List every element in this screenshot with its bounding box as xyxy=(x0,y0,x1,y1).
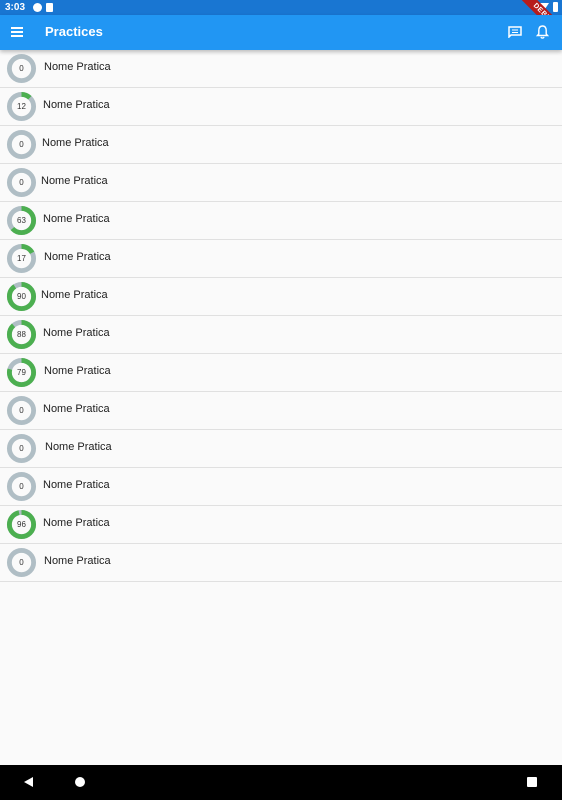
progress-value: 0 xyxy=(19,64,24,73)
progress-value: 0 xyxy=(19,482,24,491)
practice-row[interactable]: 63 Nome Pratica xyxy=(0,202,562,240)
battery-icon xyxy=(553,2,558,12)
sd-card-icon xyxy=(46,3,54,12)
progress-value: 96 xyxy=(17,520,26,529)
progress-value: 88 xyxy=(17,330,26,339)
practice-name: Nome Pratica xyxy=(41,289,108,301)
recent-apps-icon[interactable] xyxy=(527,777,537,787)
progress-value: 0 xyxy=(19,558,24,567)
back-icon[interactable] xyxy=(24,777,33,787)
status-bar: 3:03 xyxy=(0,0,562,15)
progress-value: 0 xyxy=(19,406,24,415)
practice-row[interactable]: 0 Nome Pratica xyxy=(0,392,562,430)
progress-value: 17 xyxy=(17,254,26,263)
home-icon[interactable] xyxy=(75,777,85,787)
practice-row[interactable]: 0 Nome Pratica xyxy=(0,126,562,164)
practice-name: Nome Pratica xyxy=(43,327,110,339)
practice-row[interactable]: 79 Nome Pratica xyxy=(0,354,562,392)
progress-value: 0 xyxy=(19,178,24,187)
notification-icon xyxy=(33,3,43,12)
page-title: Practices xyxy=(45,24,103,39)
menu-icon[interactable] xyxy=(11,27,23,37)
practice-row[interactable]: 88 Nome Pratica xyxy=(0,316,562,354)
practice-list: 0 Nome Pratica 12 Nome Pratica 0 Nome Pratica… xyxy=(0,50,562,582)
practice-row[interactable]: 0 Nome Pratica xyxy=(0,164,562,202)
status-time: 3:03 xyxy=(5,2,26,13)
practice-name: Nome Pratica xyxy=(42,137,109,149)
practice-row[interactable]: 0 Nome Pratica xyxy=(0,50,562,88)
practice-name: Nome Pratica xyxy=(43,479,110,491)
progress-value: 0 xyxy=(19,140,24,149)
navigation-bar xyxy=(0,765,562,800)
practice-row[interactable]: 90 Nome Pratica xyxy=(0,278,562,316)
practice-name: Nome Pratica xyxy=(44,251,111,263)
practice-row[interactable]: 0 Nome Pratica xyxy=(0,468,562,506)
practice-name: Nome Pratica xyxy=(44,365,111,377)
practice-name: Nome Pratica xyxy=(43,213,110,225)
practice-name: Nome Pratica xyxy=(43,517,110,529)
progress-value: 90 xyxy=(17,292,26,301)
progress-value: 0 xyxy=(19,444,24,453)
practice-name: Nome Pratica xyxy=(44,61,111,73)
practice-name: Nome Pratica xyxy=(44,555,111,567)
practice-name: Nome Pratica xyxy=(41,175,108,187)
practice-row[interactable]: 96 Nome Pratica xyxy=(0,506,562,544)
practice-name: Nome Pratica xyxy=(43,403,110,415)
practice-name: Nome Pratica xyxy=(43,99,110,111)
practice-row[interactable]: 0 Nome Pratica xyxy=(0,544,562,582)
chat-icon[interactable] xyxy=(508,26,522,38)
practice-row[interactable]: 0 Nome Pratica xyxy=(0,430,562,468)
progress-value: 79 xyxy=(17,368,26,377)
app-bar: Practices xyxy=(0,15,562,50)
progress-value: 12 xyxy=(17,102,26,111)
practice-row[interactable]: 12 Nome Pratica xyxy=(0,88,562,126)
bell-icon[interactable] xyxy=(536,25,549,39)
progress-value: 63 xyxy=(17,216,26,225)
practice-name: Nome Pratica xyxy=(45,441,112,453)
practice-row[interactable]: 17 Nome Pratica xyxy=(0,240,562,278)
